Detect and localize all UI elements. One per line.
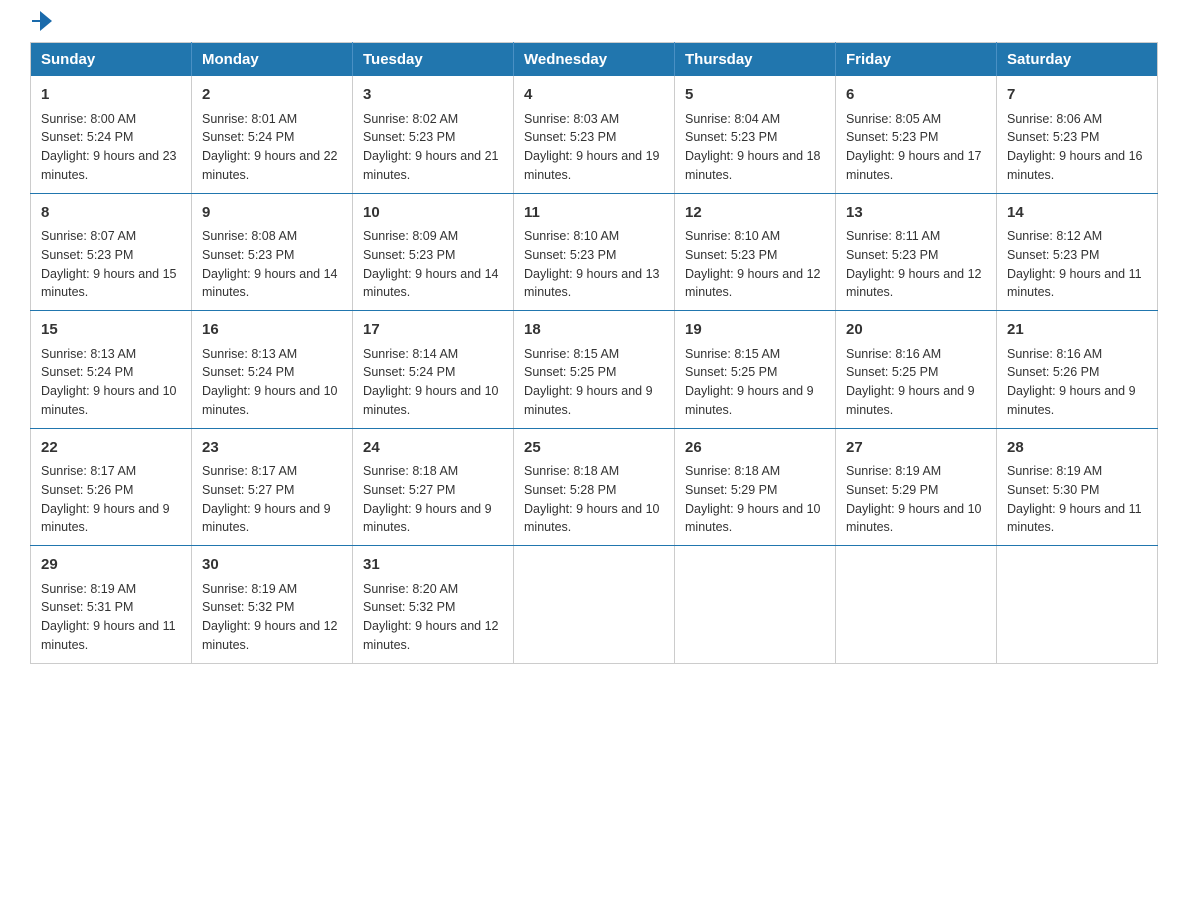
calendar-cell: 2Sunrise: 8:01 AMSunset: 5:24 PMDaylight… bbox=[192, 76, 353, 193]
day-number: 6 bbox=[846, 84, 986, 107]
day-number: 2 bbox=[202, 84, 342, 107]
calendar-cell bbox=[997, 546, 1158, 664]
page-header bbox=[30, 20, 1158, 24]
calendar-cell: 23Sunrise: 8:17 AMSunset: 5:27 PMDayligh… bbox=[192, 428, 353, 546]
day-number: 31 bbox=[363, 554, 503, 577]
day-number: 8 bbox=[41, 202, 181, 225]
day-number: 15 bbox=[41, 319, 181, 342]
calendar-cell: 3Sunrise: 8:02 AMSunset: 5:23 PMDaylight… bbox=[353, 76, 514, 193]
day-number: 21 bbox=[1007, 319, 1147, 342]
calendar-cell: 31Sunrise: 8:20 AMSunset: 5:32 PMDayligh… bbox=[353, 546, 514, 664]
day-number: 11 bbox=[524, 202, 664, 225]
day-number: 25 bbox=[524, 437, 664, 460]
day-number: 20 bbox=[846, 319, 986, 342]
calendar-week-row: 22Sunrise: 8:17 AMSunset: 5:26 PMDayligh… bbox=[31, 428, 1158, 546]
calendar-cell: 5Sunrise: 8:04 AMSunset: 5:23 PMDaylight… bbox=[675, 76, 836, 193]
calendar-cell: 27Sunrise: 8:19 AMSunset: 5:29 PMDayligh… bbox=[836, 428, 997, 546]
calendar-cell: 22Sunrise: 8:17 AMSunset: 5:26 PMDayligh… bbox=[31, 428, 192, 546]
logo bbox=[30, 20, 40, 24]
calendar-cell: 21Sunrise: 8:16 AMSunset: 5:26 PMDayligh… bbox=[997, 311, 1158, 429]
calendar-cell: 18Sunrise: 8:15 AMSunset: 5:25 PMDayligh… bbox=[514, 311, 675, 429]
day-number: 23 bbox=[202, 437, 342, 460]
calendar-cell: 9Sunrise: 8:08 AMSunset: 5:23 PMDaylight… bbox=[192, 193, 353, 311]
calendar-table: SundayMondayTuesdayWednesdayThursdayFrid… bbox=[30, 42, 1158, 664]
day-number: 18 bbox=[524, 319, 664, 342]
calendar-cell: 1Sunrise: 8:00 AMSunset: 5:24 PMDaylight… bbox=[31, 76, 192, 193]
calendar-cell: 16Sunrise: 8:13 AMSunset: 5:24 PMDayligh… bbox=[192, 311, 353, 429]
calendar-cell: 25Sunrise: 8:18 AMSunset: 5:28 PMDayligh… bbox=[514, 428, 675, 546]
calendar-cell: 29Sunrise: 8:19 AMSunset: 5:31 PMDayligh… bbox=[31, 546, 192, 664]
day-number: 17 bbox=[363, 319, 503, 342]
calendar-header-row: SundayMondayTuesdayWednesdayThursdayFrid… bbox=[31, 43, 1158, 77]
calendar-week-row: 8Sunrise: 8:07 AMSunset: 5:23 PMDaylight… bbox=[31, 193, 1158, 311]
day-number: 29 bbox=[41, 554, 181, 577]
day-number: 3 bbox=[363, 84, 503, 107]
col-header-monday: Monday bbox=[192, 43, 353, 77]
calendar-cell: 15Sunrise: 8:13 AMSunset: 5:24 PMDayligh… bbox=[31, 311, 192, 429]
calendar-cell: 10Sunrise: 8:09 AMSunset: 5:23 PMDayligh… bbox=[353, 193, 514, 311]
day-number: 7 bbox=[1007, 84, 1147, 107]
day-number: 24 bbox=[363, 437, 503, 460]
day-number: 28 bbox=[1007, 437, 1147, 460]
day-number: 22 bbox=[41, 437, 181, 460]
calendar-cell: 11Sunrise: 8:10 AMSunset: 5:23 PMDayligh… bbox=[514, 193, 675, 311]
calendar-cell: 26Sunrise: 8:18 AMSunset: 5:29 PMDayligh… bbox=[675, 428, 836, 546]
calendar-cell: 14Sunrise: 8:12 AMSunset: 5:23 PMDayligh… bbox=[997, 193, 1158, 311]
calendar-cell: 12Sunrise: 8:10 AMSunset: 5:23 PMDayligh… bbox=[675, 193, 836, 311]
day-number: 10 bbox=[363, 202, 503, 225]
day-number: 1 bbox=[41, 84, 181, 107]
calendar-cell: 6Sunrise: 8:05 AMSunset: 5:23 PMDaylight… bbox=[836, 76, 997, 193]
day-number: 27 bbox=[846, 437, 986, 460]
calendar-cell bbox=[836, 546, 997, 664]
col-header-sunday: Sunday bbox=[31, 43, 192, 77]
day-number: 19 bbox=[685, 319, 825, 342]
col-header-tuesday: Tuesday bbox=[353, 43, 514, 77]
calendar-cell: 24Sunrise: 8:18 AMSunset: 5:27 PMDayligh… bbox=[353, 428, 514, 546]
calendar-cell: 17Sunrise: 8:14 AMSunset: 5:24 PMDayligh… bbox=[353, 311, 514, 429]
calendar-week-row: 29Sunrise: 8:19 AMSunset: 5:31 PMDayligh… bbox=[31, 546, 1158, 664]
day-number: 26 bbox=[685, 437, 825, 460]
day-number: 16 bbox=[202, 319, 342, 342]
calendar-cell: 28Sunrise: 8:19 AMSunset: 5:30 PMDayligh… bbox=[997, 428, 1158, 546]
day-number: 12 bbox=[685, 202, 825, 225]
calendar-cell: 19Sunrise: 8:15 AMSunset: 5:25 PMDayligh… bbox=[675, 311, 836, 429]
col-header-saturday: Saturday bbox=[997, 43, 1158, 77]
calendar-cell: 20Sunrise: 8:16 AMSunset: 5:25 PMDayligh… bbox=[836, 311, 997, 429]
calendar-cell bbox=[514, 546, 675, 664]
col-header-wednesday: Wednesday bbox=[514, 43, 675, 77]
calendar-cell: 8Sunrise: 8:07 AMSunset: 5:23 PMDaylight… bbox=[31, 193, 192, 311]
calendar-week-row: 15Sunrise: 8:13 AMSunset: 5:24 PMDayligh… bbox=[31, 311, 1158, 429]
logo-blue-box bbox=[32, 20, 40, 22]
calendar-cell bbox=[675, 546, 836, 664]
calendar-cell: 30Sunrise: 8:19 AMSunset: 5:32 PMDayligh… bbox=[192, 546, 353, 664]
col-header-thursday: Thursday bbox=[675, 43, 836, 77]
day-number: 5 bbox=[685, 84, 825, 107]
day-number: 13 bbox=[846, 202, 986, 225]
day-number: 9 bbox=[202, 202, 342, 225]
calendar-week-row: 1Sunrise: 8:00 AMSunset: 5:24 PMDaylight… bbox=[31, 76, 1158, 193]
calendar-cell: 13Sunrise: 8:11 AMSunset: 5:23 PMDayligh… bbox=[836, 193, 997, 311]
calendar-cell: 4Sunrise: 8:03 AMSunset: 5:23 PMDaylight… bbox=[514, 76, 675, 193]
day-number: 14 bbox=[1007, 202, 1147, 225]
calendar-cell: 7Sunrise: 8:06 AMSunset: 5:23 PMDaylight… bbox=[997, 76, 1158, 193]
col-header-friday: Friday bbox=[836, 43, 997, 77]
day-number: 4 bbox=[524, 84, 664, 107]
day-number: 30 bbox=[202, 554, 342, 577]
